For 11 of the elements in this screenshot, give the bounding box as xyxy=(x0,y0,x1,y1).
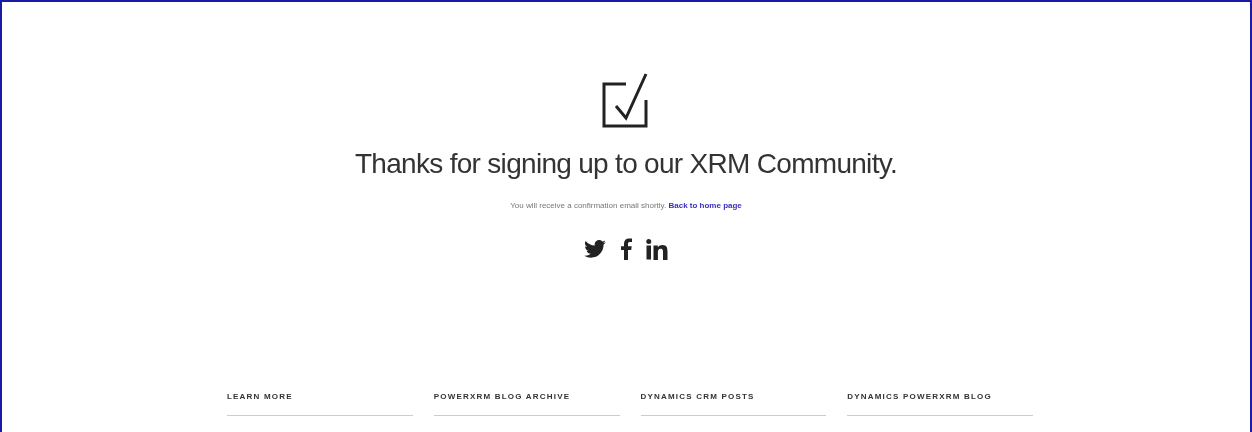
footer-column-title: POWERXRM BLOG ARCHIVE xyxy=(433,391,572,403)
home-page-link[interactable]: Back to home page xyxy=(668,201,742,210)
footer-column-title: DYNAMICS POWERXRM BLOG xyxy=(847,391,993,403)
heading: Thanks for signing up to our XRM Community. xyxy=(354,150,898,178)
twitter-icon[interactable] xyxy=(584,240,606,258)
footer-column-title: LEARN MORE xyxy=(227,391,294,403)
facebook-icon[interactable] xyxy=(620,238,632,260)
footer-column-title: DYNAMICS CRM POSTS xyxy=(640,391,756,403)
checkbox-icon xyxy=(602,72,650,128)
linkedin-icon[interactable] xyxy=(646,238,668,260)
confirmation-message: You will receive a confirmation email shortly. Back to home page xyxy=(510,200,742,212)
